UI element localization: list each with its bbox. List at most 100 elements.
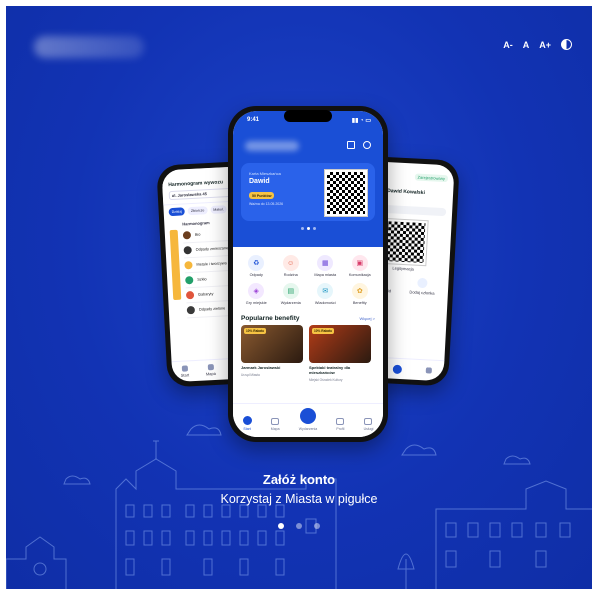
pagination-dot[interactable] [296,523,302,529]
map-icon: ▦ [317,255,334,271]
scan-icon[interactable] [347,141,355,149]
filter-tab[interactable]: Zbiorcze [187,206,208,216]
profile-icon[interactable] [425,367,433,374]
filter-tab[interactable]: Makul. [210,205,227,214]
benefits-carousel: 10% Rabatu Jarmark Jarosławski Urząd Miast… [233,325,383,382]
font-normal-button[interactable]: A [523,40,530,50]
service-label: Wydarzenia [280,301,301,305]
points-badge: 50 Punktów [249,192,275,199]
service-label: Odpady [249,273,263,277]
benefit-card[interactable]: 10% Rabatu Spektakl teatralny dla mieszka… [309,325,371,382]
service-label: Gry miejskie [245,301,267,305]
discount-badge: 10% Rabatu [312,328,335,334]
waste-type-icon [185,275,194,285]
benefit-provider: Urząd Miasta [241,372,260,377]
phone-notch [284,110,332,122]
card-holder-name: Dawid [249,178,270,185]
benefits-title: Popularne benefity [241,315,300,322]
waste-type-icon [185,290,195,300]
onboarding-screen: A- A A+ Harmonogram wywozu ul. Jarosławs… [6,6,592,589]
phone-mockup-center: 9:41 ▮▮ ◔ ▭ Karta Mieszkańca Dawid 50 Pu… [228,106,388,442]
service-label: Benefity [352,301,367,305]
home-screen: 9:41 ▮▮ ◔ ▭ Karta Mieszkańca Dawid 50 Pu… [233,111,383,437]
service-tile[interactable]: ☺ Rodzina [276,255,307,277]
service-tile[interactable]: ▣ Komunikacja [345,255,376,277]
card-label: Karta Mieszkańca [249,171,281,176]
nav-icon [207,364,214,371]
screen-title: Harmonogram wywozu [168,179,224,189]
service-label: Wiadomości [314,301,336,305]
accessibility-toolbar: A- A A+ [503,39,572,50]
home-header: 9:41 ▮▮ ◔ ▭ Karta Mieszkańca Dawid 50 Pu… [233,111,383,247]
nav-icon [181,365,188,372]
font-decrease-button[interactable]: A- [503,40,513,50]
discount-badge: 10% Rabatu [244,328,267,334]
nav-item[interactable]: Start [180,365,190,378]
service-tile[interactable]: ▦ Mapa miasta [310,255,341,277]
benefit-image: 10% Rabatu [309,325,371,363]
trash-icon: ♻ [248,255,265,271]
waste-type-icon [183,246,192,255]
service-tile[interactable]: ◈ Gry miejskie [241,283,272,305]
benefits-more-link[interactable]: Więcej > [360,316,375,321]
service-tile[interactable]: ♻ Odpady [241,255,272,277]
pagination-dot[interactable] [278,523,284,529]
list-item-label: Szkło [197,277,207,282]
pager-dot[interactable] [300,227,304,230]
card-qr-code [324,169,368,217]
bell-icon[interactable] [363,141,371,149]
list-item-label: Gabaryty [197,291,214,297]
font-increase-button[interactable]: A+ [539,40,551,50]
benefit-title: Jarmark Jarosławski [241,365,281,370]
status-time: 9:41 [247,117,260,123]
waste-type-icon [184,261,193,270]
list-item-label: Odpady zielone [198,306,226,312]
header-actions [347,141,371,149]
game-icon: ◈ [248,283,265,299]
list-item-label: Bio [194,232,201,237]
bus-icon: ▣ [351,255,368,271]
contrast-toggle-icon[interactable] [561,39,572,50]
service-label: Rodzina [283,273,298,277]
signal-battery-icon: ▮▮ ◔ ▭ [351,118,371,124]
action-icon [417,277,428,289]
waste-type-icon [182,231,192,240]
pager-dot[interactable] [312,227,316,230]
service-tile[interactable]: ▤ Wydarzenia [276,283,307,305]
city-logo [34,36,144,58]
service-tile[interactable]: ✿ Benefity [345,283,376,305]
action-button[interactable]: Dodaj członka [409,277,435,296]
benefits-section-header: Popularne benefity Więcej > [233,309,383,325]
list-item-label: Odpady zmieszane [195,246,229,252]
service-tile[interactable]: ✉ Wiadomości [310,283,341,305]
services-grid: ♻ Odpady ☺ Rodzina ▦ Mapa miasta ▣ Komunikacja ◈… [233,247,383,309]
gift-icon: ✿ [351,283,368,299]
pagination-dot[interactable] [314,523,320,529]
nav-label: Mapa [205,370,217,377]
onboarding-title: Załóż konto [262,472,336,487]
resident-card[interactable]: Karta Mieszkańca Dawid 50 Punktów Ważna … [241,163,375,221]
resident-qr-code [380,217,429,267]
benefit-card[interactable]: 10% Rabatu Jarmark Jarosławski Urząd Miast… [241,325,303,382]
calendar-icon: ▤ [282,283,299,299]
profile-name: Dawid Kowalski [387,188,426,197]
service-label: Mapa miasta [314,273,337,277]
news-icon: ✉ [317,283,334,299]
add-icon[interactable] [393,364,403,374]
action-label: Dodaj członka [409,289,435,296]
greeting-blurred [245,141,299,151]
card-validity: Ważna do 13.05.2026 [249,202,284,206]
service-label: Komunikacja [348,273,371,277]
waste-type-icon [186,305,196,315]
nav-item[interactable]: Mapa [205,364,217,377]
card-pager [233,227,383,230]
family-icon: ☺ [282,255,299,271]
list-item-label: Metale i tworzywa [196,261,227,267]
onboarding-pagination [6,523,592,529]
nav-label: Start [180,372,190,378]
benefit-provider: Miejski Ośrodek Kultury [309,377,343,382]
filter-tab[interactable]: Dzisiaj [168,207,186,217]
benefit-image: 10% Rabatu [241,325,303,363]
onboarding-subtitle: Korzystaj z Miasta w pigułce [220,492,378,506]
pager-dot-active[interactable] [306,227,310,230]
